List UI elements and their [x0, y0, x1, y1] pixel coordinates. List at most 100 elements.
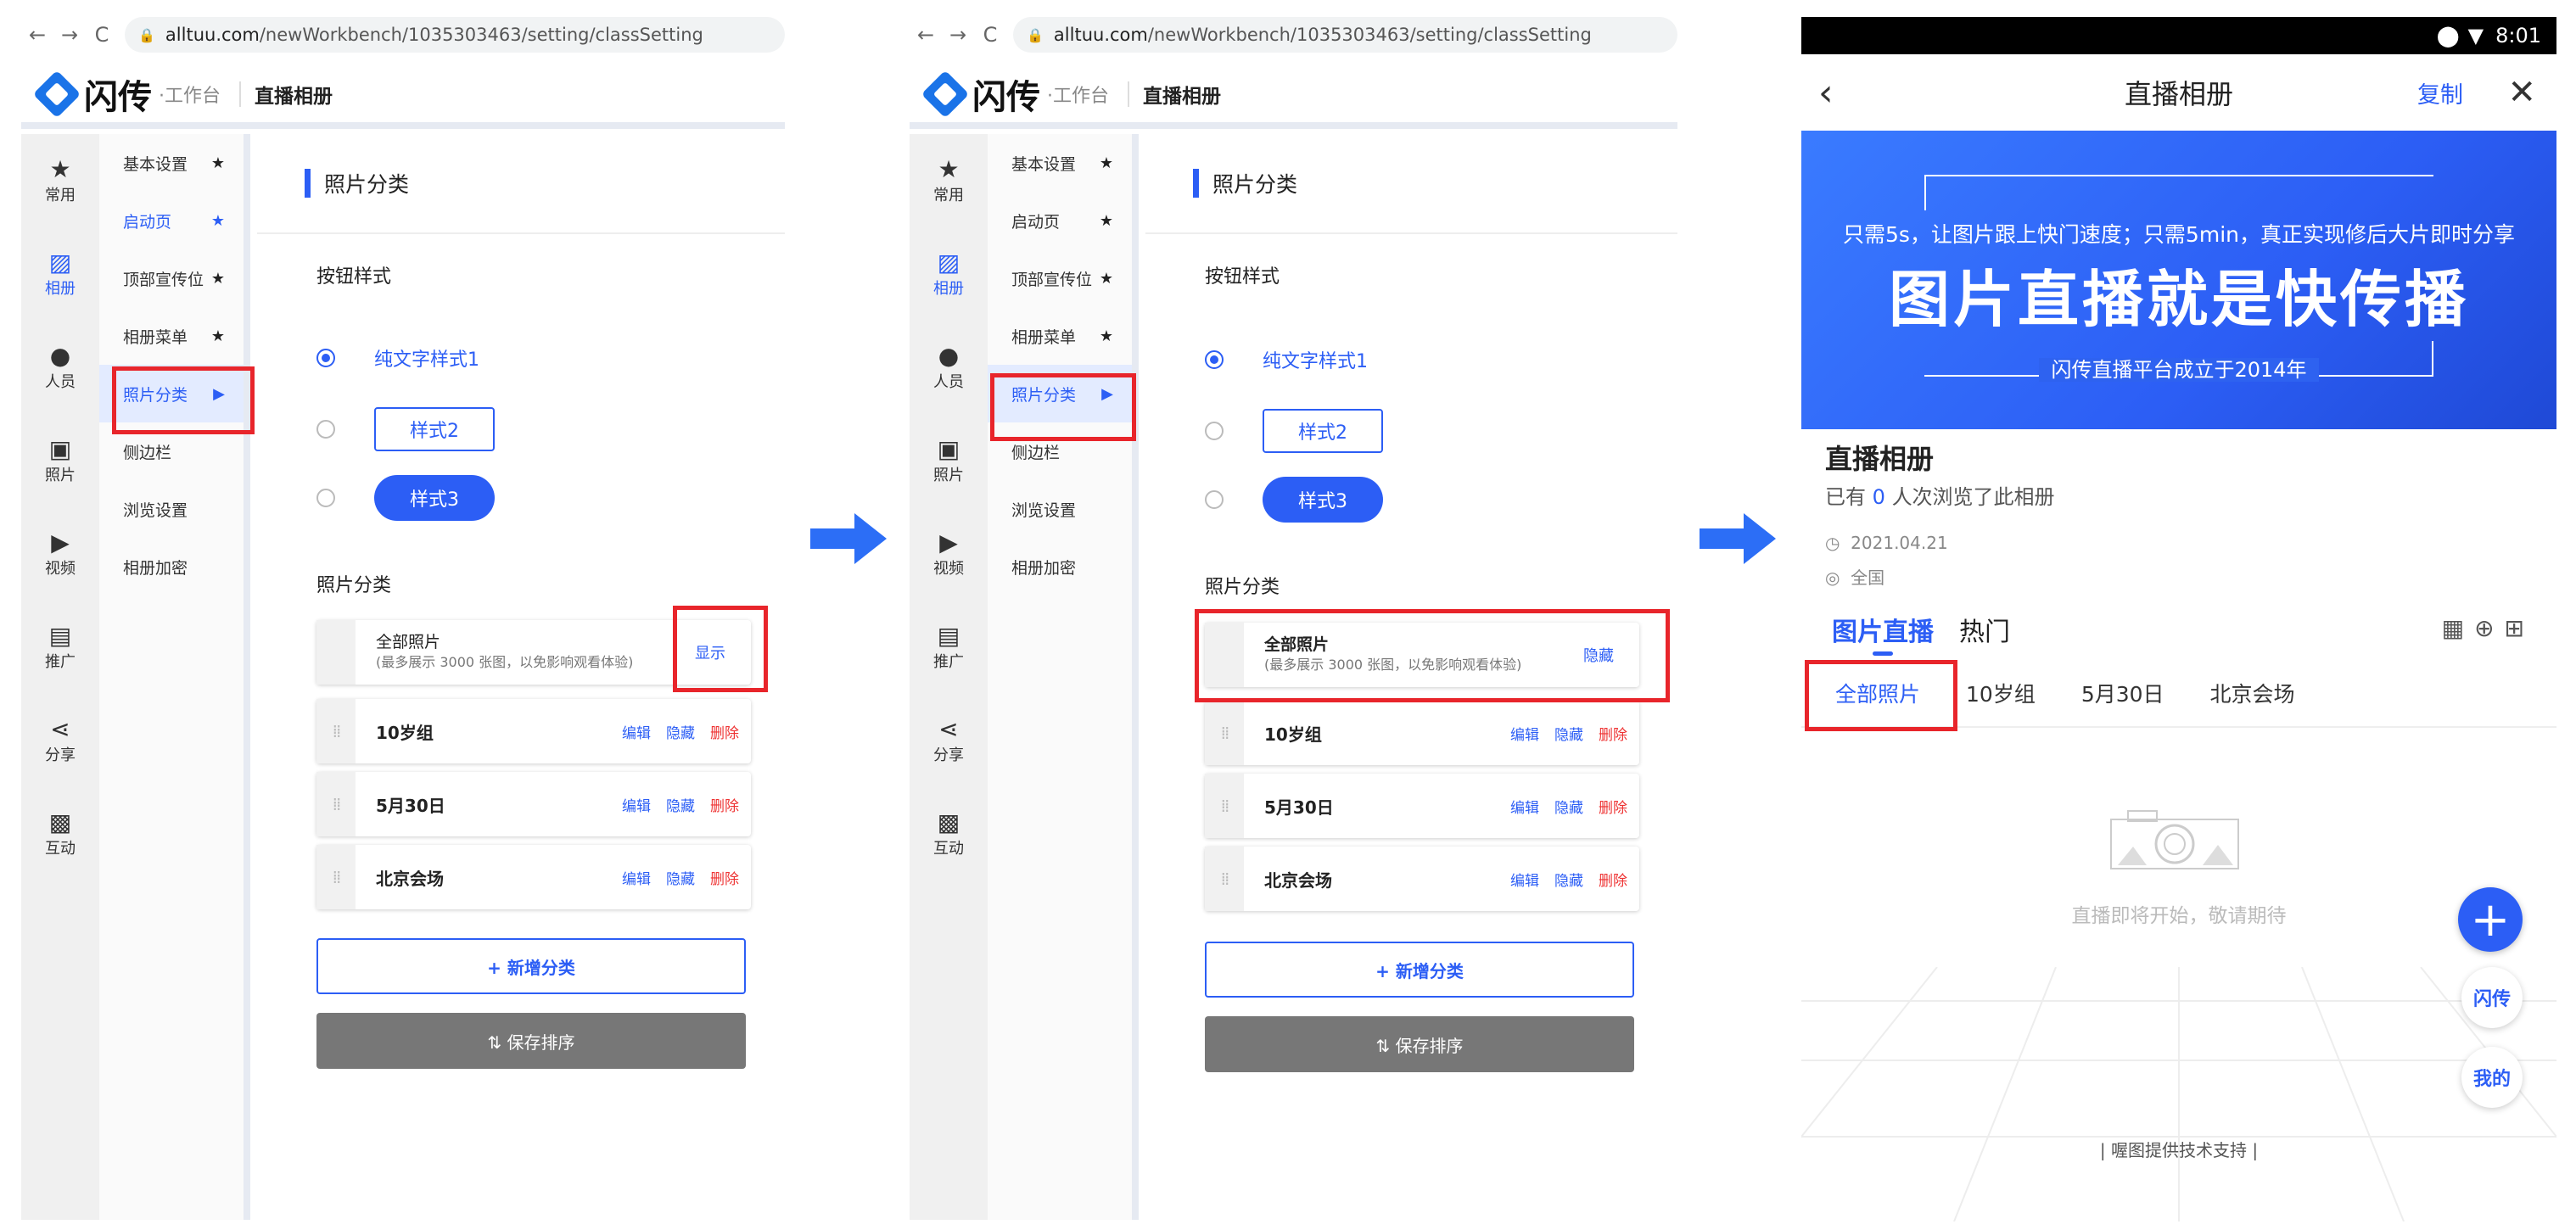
drag-handle-icon[interactable]: ⁞⁞ — [1205, 847, 1244, 911]
back-icon[interactable]: ← — [21, 23, 53, 47]
add-fab-icon[interactable]: + — [2458, 887, 2523, 952]
address-field[interactable]: 🔒 alltuu.com/newWorkbench/1035303463/set… — [125, 17, 785, 53]
delete-button[interactable]: 删除 — [1599, 869, 1627, 890]
radio[interactable] — [316, 489, 335, 507]
radio-selected[interactable] — [1205, 350, 1224, 369]
edit-button[interactable]: 编辑 — [1510, 796, 1539, 817]
nav-video[interactable]: ▶ 视频 — [910, 507, 988, 601]
radio-selected[interactable] — [316, 349, 335, 367]
menu-launch-page[interactable]: 启动页 ★ — [988, 192, 1132, 249]
drag-handle-icon[interactable]: ⁞⁞ — [316, 699, 356, 763]
style-option-3[interactable]: 样式3 — [316, 475, 495, 521]
subtab-item[interactable]: 5月30日 — [2081, 678, 2164, 708]
hide-button[interactable]: 隐藏 — [666, 867, 695, 888]
edit-button[interactable]: 编辑 — [1510, 723, 1539, 744]
menu-basic-settings[interactable]: 基本设置 ★ — [99, 134, 244, 192]
nav-common[interactable]: ★ 常用 — [910, 134, 988, 227]
delete-button[interactable]: 删除 — [710, 867, 739, 888]
add-category-button[interactable]: + 新增分类 — [316, 938, 746, 994]
subtab-item[interactable]: 北京会场 — [2210, 678, 2295, 708]
delete-button[interactable]: 删除 — [1599, 796, 1627, 817]
style2-preview: 样式2 — [374, 407, 495, 451]
brand-fab[interactable]: 闪传 — [2461, 967, 2523, 1028]
mine-fab[interactable]: 我的 — [2461, 1047, 2523, 1108]
photo-icon: ▣ — [937, 435, 960, 463]
menu-basic-settings[interactable]: 基本设置 ★ — [988, 134, 1132, 192]
menu-album-menu[interactable]: 相册菜单 ★ — [988, 307, 1132, 365]
nav-promo[interactable]: ▤ 推广 — [21, 601, 99, 694]
hide-button[interactable]: 隐藏 — [666, 721, 695, 742]
forward-icon[interactable]: → — [942, 23, 974, 47]
nav-promo[interactable]: ▤ 推广 — [910, 601, 988, 694]
clock: 8:01 — [2495, 24, 2541, 48]
nav-album[interactable]: ▨ 相册 — [910, 227, 988, 321]
radio[interactable] — [1205, 490, 1224, 509]
menu-album-menu[interactable]: 相册菜单 ★ — [99, 307, 244, 365]
nav-label: 互动 — [45, 840, 76, 858]
highlight-box — [1195, 609, 1670, 702]
style-option-1[interactable]: 纯文字样式1 — [1205, 346, 1368, 373]
nav-interact[interactable]: ▩ 互动 — [21, 787, 99, 881]
logo-text: 闪传 — [972, 78, 1040, 117]
tab-live[interactable]: 图片直播 — [1832, 611, 1934, 656]
drag-handle-icon[interactable]: ⁞⁞ — [316, 845, 356, 909]
category-name: 北京会场 — [1264, 869, 1332, 891]
edit-button[interactable]: 编辑 — [622, 721, 651, 742]
grid-icon[interactable]: ⊞ — [2505, 614, 2534, 642]
edit-button[interactable]: 编辑 — [622, 794, 651, 815]
nav-share[interactable]: ⋖ 分享 — [21, 694, 99, 787]
style-option-3[interactable]: 样式3 — [1205, 477, 1383, 523]
subtab-item[interactable]: 10岁组 — [1966, 678, 2036, 708]
nav-album[interactable]: ▨ 相册 — [21, 227, 99, 321]
hide-button[interactable]: 隐藏 — [666, 794, 695, 815]
nav-interact[interactable]: ▩ 互动 — [910, 787, 988, 881]
hide-button[interactable]: 隐藏 — [1554, 869, 1583, 890]
nav-photos[interactable]: ▣ 照片 — [21, 414, 99, 507]
radio[interactable] — [316, 420, 335, 439]
save-order-button[interactable]: ⇅ 保存排序 — [1205, 1016, 1634, 1072]
style-option-1[interactable]: 纯文字样式1 — [316, 344, 479, 372]
style-option-2[interactable]: 样式2 — [1205, 409, 1383, 453]
forward-icon[interactable]: → — [53, 23, 86, 47]
delete-button[interactable]: 删除 — [1599, 723, 1627, 744]
delete-button[interactable]: 删除 — [710, 794, 739, 815]
browser-window-1: ← → C 🔒 alltuu.com/newWorkbench/10353034… — [21, 0, 785, 1230]
menu-browse-settings[interactable]: 浏览设置 — [99, 480, 244, 538]
nav-people[interactable]: ● 人员 — [21, 321, 99, 414]
drag-handle-icon[interactable]: ⁞⁞ — [1205, 701, 1244, 765]
hide-button[interactable]: 隐藏 — [1554, 796, 1583, 817]
qrcode-icon[interactable]: ▦ — [2442, 614, 2474, 642]
menu-album-encrypt[interactable]: 相册加密 — [99, 538, 244, 595]
menu-album-encrypt[interactable]: 相册加密 — [988, 538, 1132, 595]
nav-common[interactable]: ★ 常用 — [21, 134, 99, 227]
menu-top-promo[interactable]: 顶部宣传位 ★ — [99, 249, 244, 307]
menu-top-promo[interactable]: 顶部宣传位 ★ — [988, 249, 1132, 307]
icon-sidebar: ★ 常用 ▨ 相册 ● 人员 ▣ 照片 ▶ 视频 ▤ 推广 ⋖ 分享 ▩ 互动 — [910, 134, 988, 1220]
reload-icon[interactable]: C — [86, 23, 118, 47]
nav-share[interactable]: ⋖ 分享 — [910, 694, 988, 787]
save-order-button[interactable]: ⇅ 保存排序 — [316, 1013, 746, 1069]
copy-button[interactable]: 复制 — [2417, 76, 2463, 109]
drag-handle-icon[interactable]: ⁞⁞ — [1205, 774, 1244, 838]
globe-icon[interactable]: ⊕ — [2474, 614, 2504, 642]
close-icon[interactable]: ✕ — [2507, 73, 2536, 112]
radio[interactable] — [1205, 422, 1224, 440]
drag-handle-icon[interactable]: ⁞⁞ — [316, 772, 356, 836]
hide-button[interactable]: 隐藏 — [1554, 723, 1583, 744]
menu-launch-page[interactable]: 启动页 ★ — [99, 192, 244, 249]
back-icon[interactable]: ← — [910, 23, 942, 47]
delete-button[interactable]: 删除 — [710, 721, 739, 742]
nav-video[interactable]: ▶ 视频 — [21, 507, 99, 601]
edit-button[interactable]: 编辑 — [1510, 869, 1539, 890]
nav-photos[interactable]: ▣ 照片 — [910, 414, 988, 507]
address-field[interactable]: 🔒 alltuu.com/newWorkbench/1035303463/set… — [1013, 17, 1677, 53]
edit-button[interactable]: 编辑 — [622, 867, 651, 888]
add-category-button[interactable]: + 新增分类 — [1205, 942, 1634, 998]
reload-icon[interactable]: C — [974, 23, 1006, 47]
nav-people[interactable]: ● 人员 — [910, 321, 988, 414]
menu-label: 侧边栏 — [1011, 443, 1061, 462]
tab-hot[interactable]: 热门 — [1959, 611, 2010, 648]
browser-window-2: ← → C 🔒 alltuu.com/newWorkbench/10353034… — [910, 0, 1677, 1230]
menu-browse-settings[interactable]: 浏览设置 — [988, 480, 1132, 538]
style-option-2[interactable]: 样式2 — [316, 407, 495, 451]
